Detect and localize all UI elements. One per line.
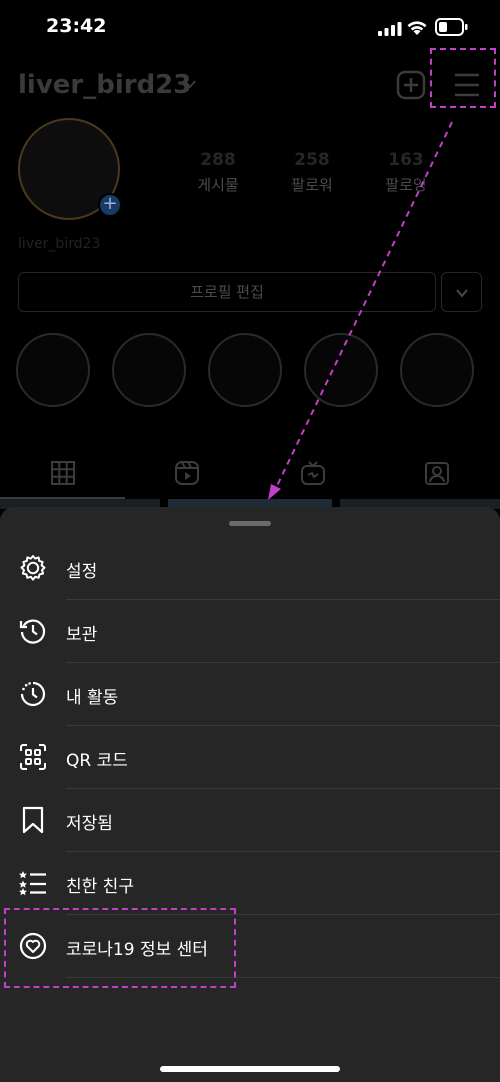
activity-clock-icon [20,681,46,707]
stat-posts-label: 게시물 [197,176,239,194]
display-name: liver_bird23 [18,236,101,252]
stat-following-label: 팔로잉 [385,176,427,194]
reels-tab-icon[interactable] [174,460,200,486]
edit-profile-button[interactable]: 프로필 편집 [18,272,436,312]
story-highlight[interactable] [112,333,186,407]
menu-item-archive[interactable]: 보관 [0,600,500,663]
new-post-icon[interactable] [396,70,426,100]
chevron-down-icon[interactable] [183,77,197,91]
suggestions-dropdown-button[interactable] [441,272,482,312]
status-time: 23:42 [46,15,107,37]
story-highlight[interactable] [16,333,90,407]
stat-followers-count: 258 [294,150,330,170]
profile-username[interactable]: liver_bird23 [18,70,191,100]
menu-item-qr-code[interactable]: QR 코드 [0,726,500,789]
menu-item-settings[interactable]: 설정 [0,537,500,600]
home-indicator [160,1066,340,1072]
wifi-icon [407,21,427,35]
status-bar: 23:42 [0,0,500,56]
menu-item-label: 내 활동 [66,688,119,708]
archive-history-icon [19,619,46,644]
stat-following-count: 163 [388,150,424,170]
stat-posts[interactable]: 288 게시물 [178,150,258,195]
menu-item-close-friends[interactable]: 친한 친구 [0,852,500,915]
stat-followers-label: 팔로워 [291,176,333,194]
stat-posts-count: 288 [200,150,236,170]
qr-code-icon [20,744,46,770]
menu-item-label: 친한 친구 [66,877,134,897]
menu-item-label: 보관 [66,625,98,645]
igtv-tab-icon[interactable] [300,460,326,486]
stat-followers[interactable]: 258 팔로워 [272,150,352,195]
tagged-tab-icon[interactable] [424,460,450,486]
settings-gear-icon [20,555,46,581]
covid-item-highlight-annotation [4,908,236,988]
bookmark-icon [22,806,44,834]
menu-item-label: 저장됨 [66,814,113,834]
menu-item-activity[interactable]: 내 활동 [0,663,500,726]
menu-item-saved[interactable]: 저장됨 [0,789,500,852]
options-bottom-sheet: 설정 보관 내 활동 QR 코드 저장됨 친한 친구 코로나19 정보 센터 [0,507,500,1082]
close-friends-list-icon [19,871,46,896]
cellular-signal-icon [378,22,402,36]
story-highlight[interactable] [304,333,378,407]
story-highlight[interactable] [400,333,474,407]
menu-highlight-annotation [430,48,496,108]
menu-item-label: QR 코드 [66,751,128,771]
story-highlight[interactable] [208,333,282,407]
sheet-drag-handle[interactable] [229,521,271,526]
add-story-icon[interactable]: + [98,193,122,217]
battery-icon [435,18,468,36]
chevron-down-icon [456,289,468,298]
stat-following[interactable]: 163 팔로잉 [366,150,446,195]
grid-tab-icon[interactable] [50,460,76,486]
menu-item-label: 설정 [66,562,98,582]
